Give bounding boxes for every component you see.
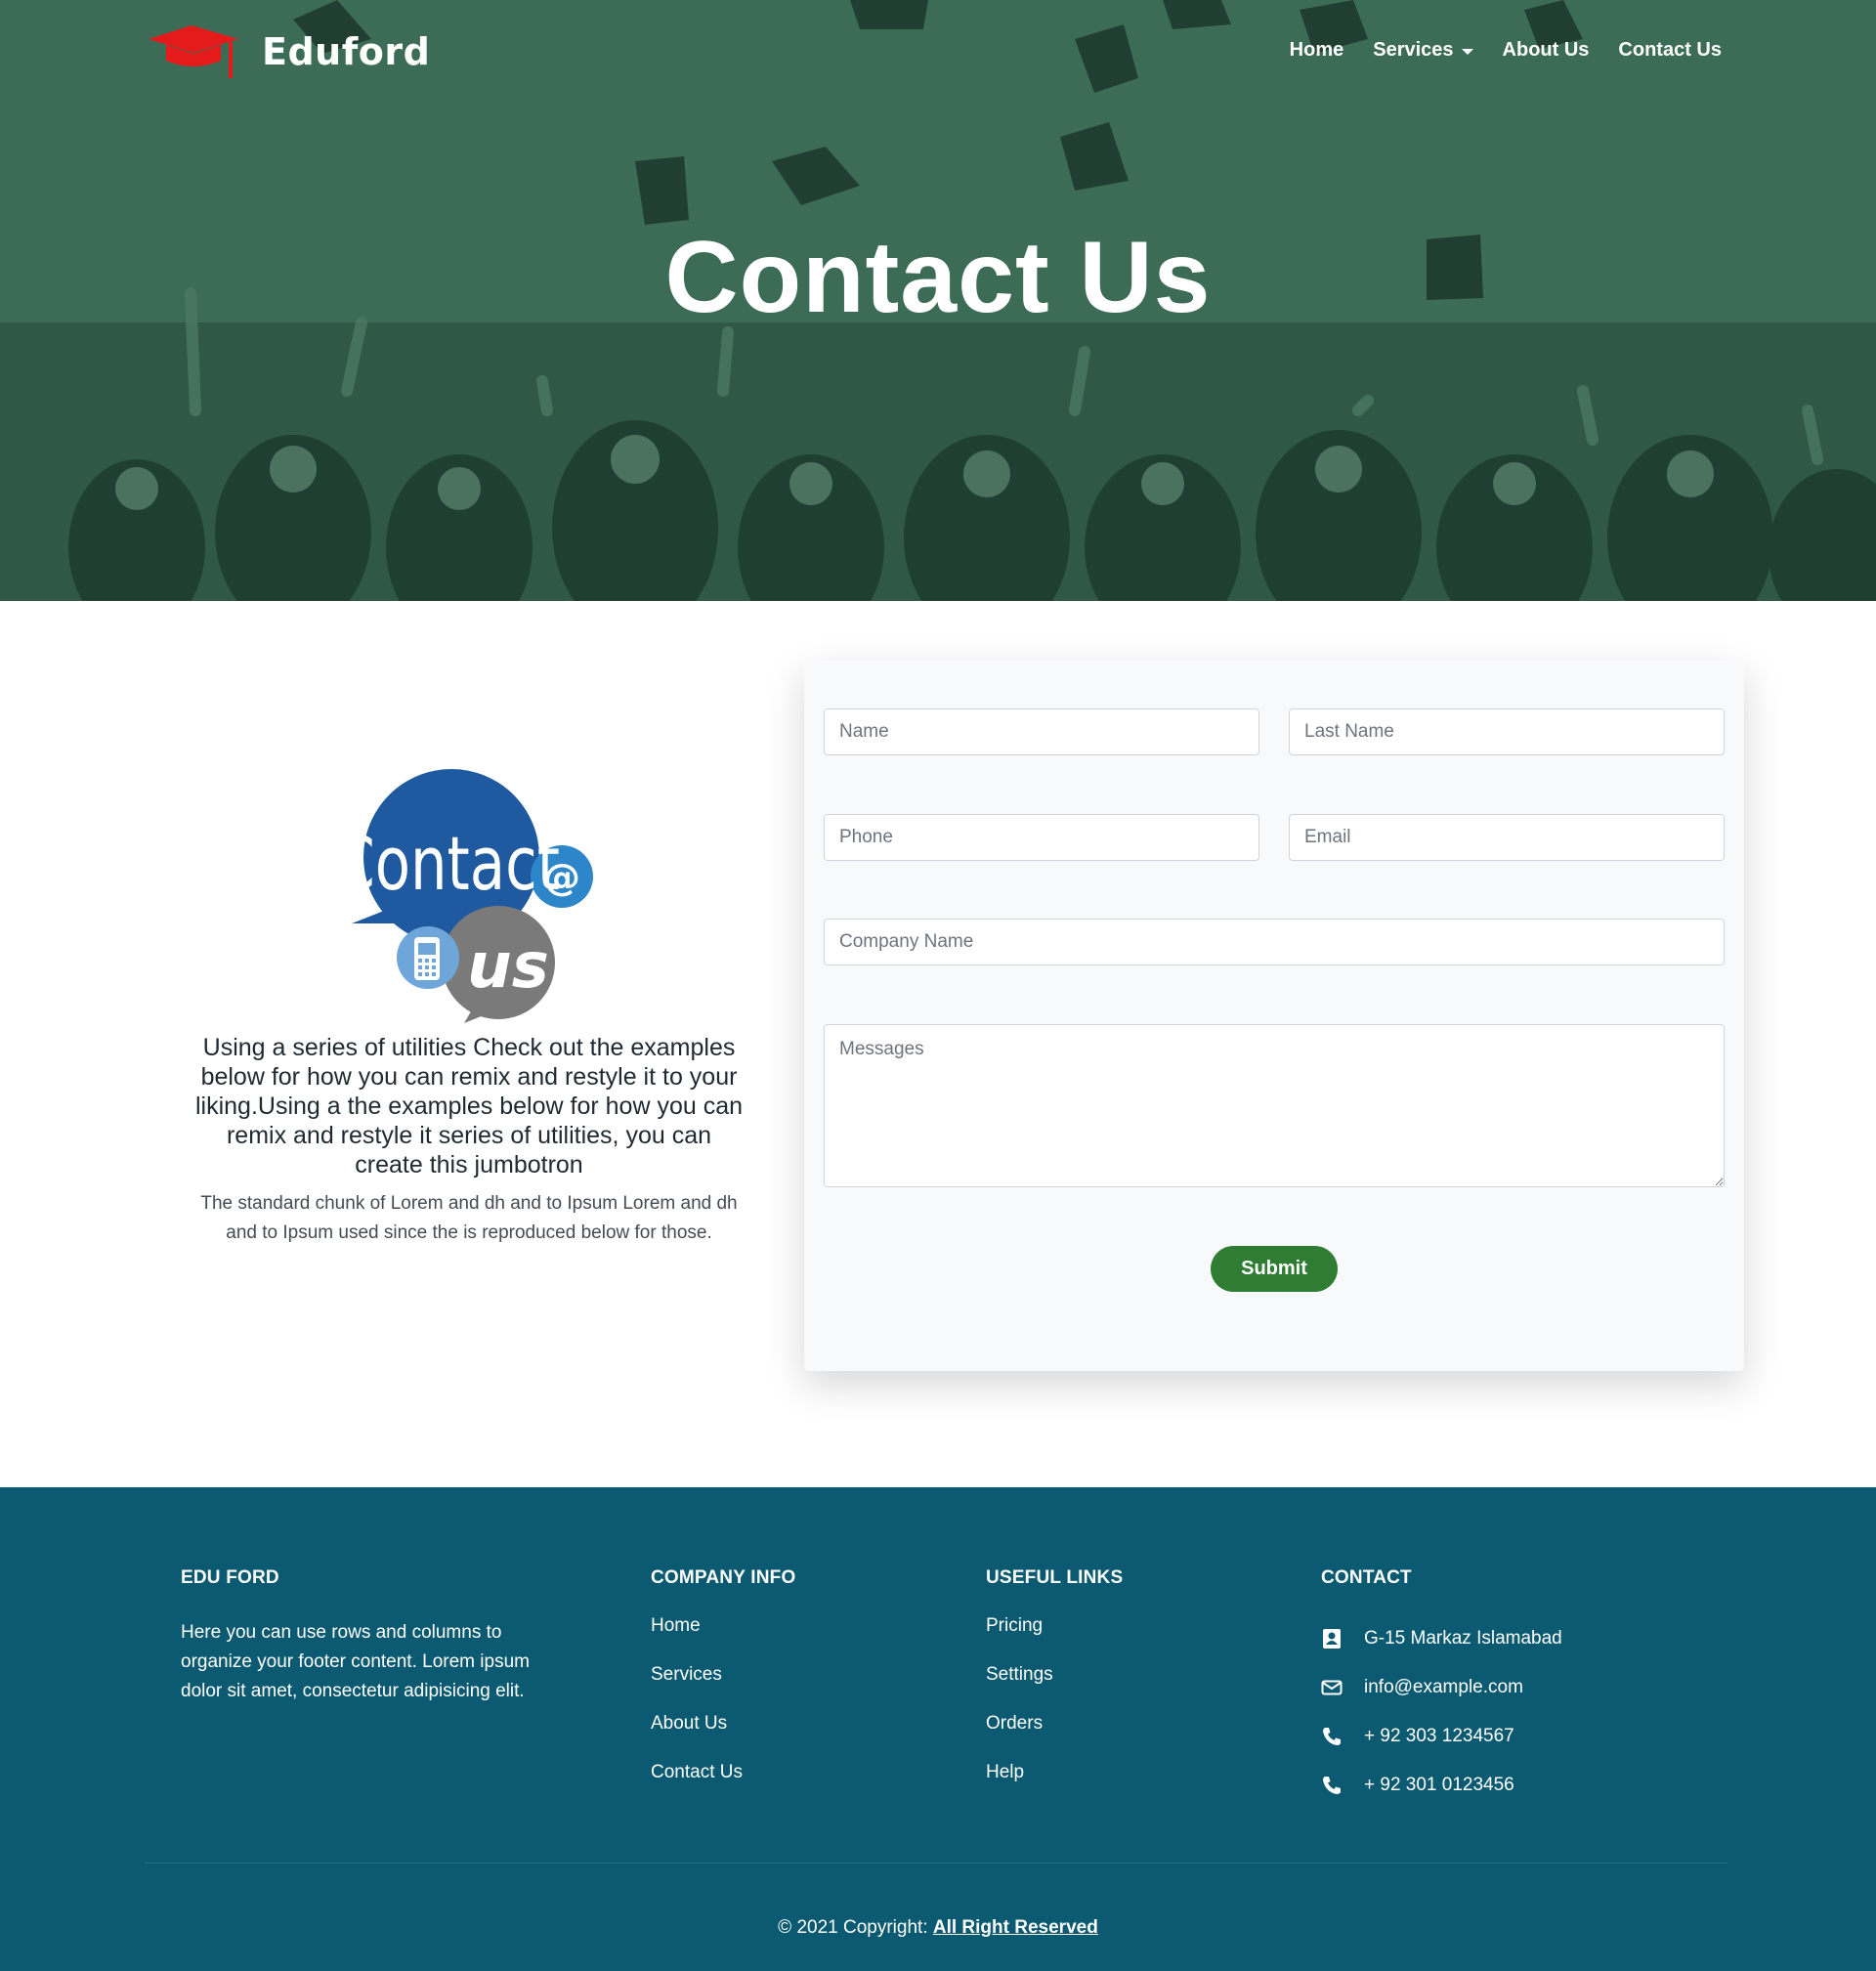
footer-useful-heading: USEFUL LINKS	[986, 1567, 1124, 1588]
contact-word: Contact	[342, 822, 560, 908]
list-item: Services	[651, 1663, 795, 1712]
footer-link-home[interactable]: Home	[651, 1615, 701, 1636]
list-item: Help	[986, 1761, 1123, 1810]
useful-links: Pricing Settings Orders Help	[986, 1614, 1123, 1810]
list-item: Orders	[986, 1712, 1123, 1761]
contact-list: G-15 Markaz Islamabad info@example.com +…	[1321, 1614, 1562, 1810]
footer-about: EDU FORD Here you can use rows and colum…	[181, 1567, 562, 1706]
footer-contact: CONTACT G-15 Markaz Islamabad info@examp…	[1321, 1567, 1562, 1810]
address-card-icon	[1323, 1629, 1341, 1649]
intro-sub: The standard chunk of Lorem and dh and t…	[200, 1193, 738, 1243]
contact-phone-1-text: + 92 303 1234567	[1364, 1726, 1514, 1746]
list-item: Pricing	[986, 1614, 1123, 1663]
brand-name: Eduford	[262, 30, 431, 73]
copyright-link[interactable]: All Right Reserved	[933, 1917, 1098, 1938]
phone-icon	[1323, 1777, 1341, 1794]
nav-about-label: About Us	[1502, 39, 1590, 61]
contact-intro: @ Contact us Using a series of utilities…	[191, 767, 747, 1248]
footer-divider	[145, 1863, 1727, 1864]
phone-input[interactable]	[824, 814, 1259, 861]
email-input[interactable]	[1289, 814, 1725, 861]
footer-company-info: COMPANY INFO Home Services About Us Cont…	[651, 1567, 795, 1810]
copyright: © 2021 Copyright: All Right Reserved	[0, 1917, 1876, 1939]
contact-address: G-15 Markaz Islamabad	[1321, 1614, 1562, 1663]
contact-phone-2: + 92 301 0123456	[1321, 1761, 1562, 1810]
footer-link-pricing[interactable]: Pricing	[986, 1615, 1043, 1636]
nav-home-label: Home	[1289, 39, 1344, 61]
footer-useful-links: USEFUL LINKS Pricing Settings Orders Hel…	[986, 1567, 1123, 1810]
footer-company-heading: COMPANY INFO	[651, 1567, 796, 1588]
nav-services-label: Services	[1373, 39, 1454, 61]
nav-services-dropdown[interactable]: Services	[1373, 39, 1473, 62]
footer-link-contact[interactable]: Contact Us	[651, 1762, 743, 1782]
footer-link-orders[interactable]: Orders	[986, 1713, 1043, 1734]
caret-down-icon	[1461, 48, 1473, 55]
intro-lead: Using a series of utilities Check out th…	[194, 1034, 744, 1178]
copyright-text: © 2021 Copyright:	[778, 1917, 928, 1938]
hero-section: Eduford Home Services About Us Contact U…	[0, 0, 1876, 601]
messages-textarea[interactable]	[824, 1024, 1725, 1187]
page-title: Contact Us	[664, 221, 1212, 334]
list-item: Home	[651, 1614, 795, 1663]
contact-email-text: info@example.com	[1364, 1677, 1523, 1697]
company-name-input[interactable]	[824, 919, 1725, 965]
envelope-icon	[1321, 1680, 1343, 1695]
nav-contact-label: Contact Us	[1618, 39, 1722, 61]
footer-link-settings[interactable]: Settings	[986, 1664, 1053, 1685]
contact-form: Submit	[804, 661, 1744, 1371]
company-links: Home Services About Us Contact Us	[651, 1614, 795, 1810]
us-word: us	[467, 930, 549, 1003]
footer-link-services[interactable]: Services	[651, 1664, 722, 1685]
footer-link-about[interactable]: About Us	[651, 1713, 727, 1734]
footer-about-text: Here you can use rows and columns to org…	[181, 1622, 530, 1701]
contact-phone-1: + 92 303 1234567	[1321, 1712, 1562, 1761]
contact-email: info@example.com	[1321, 1663, 1562, 1712]
contact-phone-2-text: + 92 301 0123456	[1364, 1775, 1514, 1795]
graduation-cap-icon	[149, 25, 238, 78]
phone-icon	[1323, 1728, 1341, 1745]
nav-contact[interactable]: Contact Us	[1618, 39, 1722, 62]
footer: EDU FORD Here you can use rows and colum…	[0, 1487, 1876, 1971]
footer-about-heading: EDU FORD	[181, 1567, 279, 1588]
nav-about[interactable]: About Us	[1503, 39, 1590, 62]
nav-home[interactable]: Home	[1290, 39, 1344, 62]
contact-us-illustration: @ Contact us	[342, 769, 593, 1023]
list-item: Contact Us	[651, 1761, 795, 1810]
list-item: About Us	[651, 1712, 795, 1761]
last-name-input[interactable]	[1289, 708, 1725, 755]
name-input[interactable]	[824, 708, 1259, 755]
brand[interactable]: Eduford	[145, 21, 430, 82]
submit-button[interactable]: Submit	[1211, 1246, 1338, 1292]
footer-contact-heading: CONTACT	[1321, 1567, 1412, 1588]
list-item: Settings	[986, 1663, 1123, 1712]
contact-address-text: G-15 Markaz Islamabad	[1364, 1628, 1562, 1649]
main-nav: Home Services About Us Contact Us	[1290, 39, 1722, 62]
navbar: Eduford Home Services About Us Contact U…	[0, 0, 1876, 98]
footer-link-help[interactable]: Help	[986, 1762, 1024, 1782]
